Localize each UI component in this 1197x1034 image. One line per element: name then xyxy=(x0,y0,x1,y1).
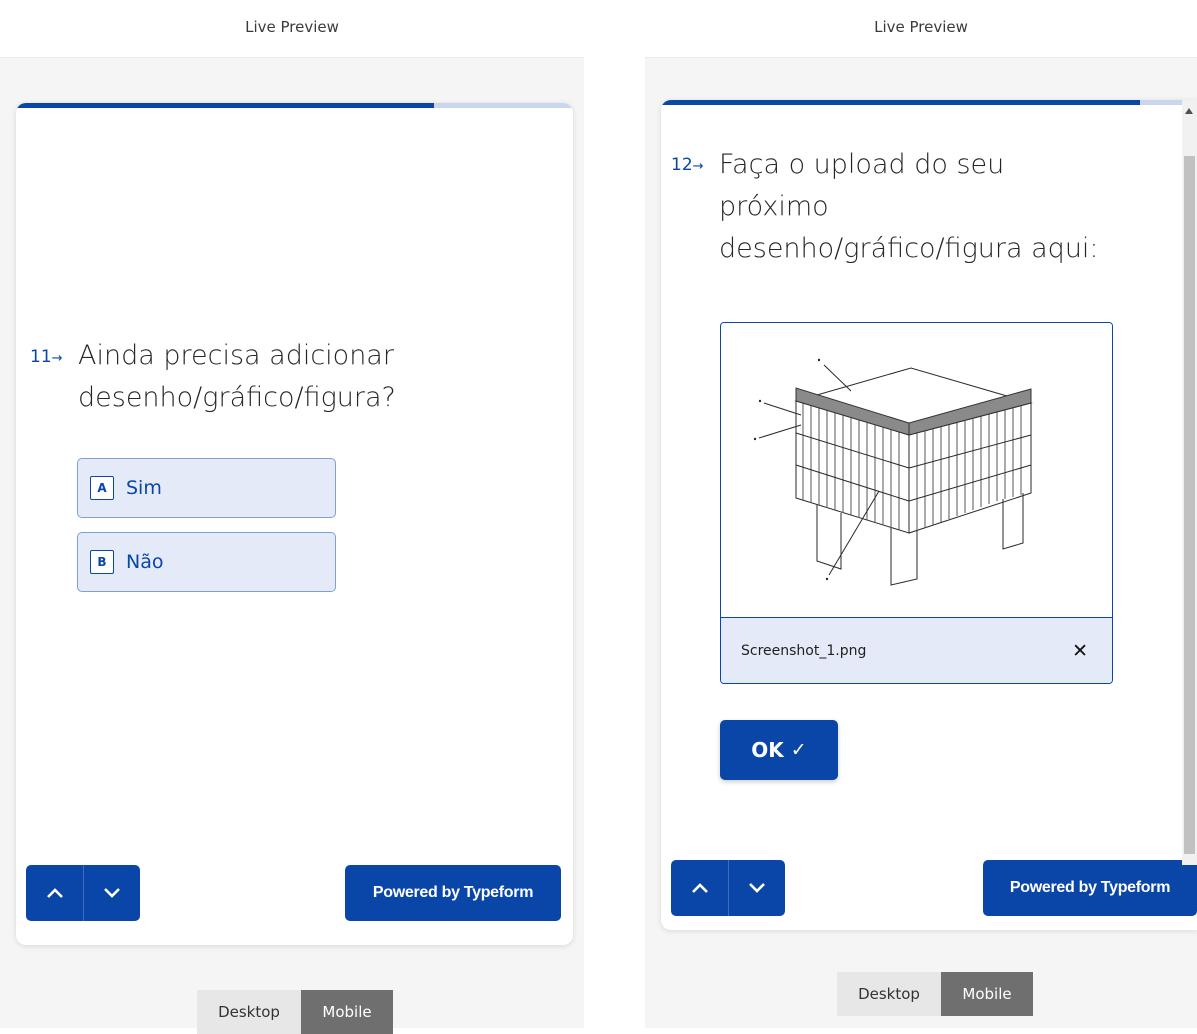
question-title: Faça o upload do seu próximo desenho/grá… xyxy=(719,144,1099,270)
choice-label: Não xyxy=(126,551,164,573)
left-live-preview: Live Preview 11→ Ainda precisa adicionar… xyxy=(0,0,584,1034)
previous-question-button[interactable] xyxy=(26,865,83,921)
chevron-up-icon xyxy=(691,883,708,893)
choice-sim[interactable]: A Sim xyxy=(77,458,336,518)
powered-by-typeform-button[interactable]: Powered by Typeform xyxy=(983,860,1197,916)
mobile-view-button[interactable]: Mobile xyxy=(941,972,1033,1016)
right-live-preview: Live Preview 12→ Faça o upload do seu pr… xyxy=(645,0,1197,1028)
progress-fill xyxy=(661,100,1141,105)
file-upload-area[interactable]: Screenshot_1.png ✕ xyxy=(720,322,1113,684)
progress-bar xyxy=(16,103,573,108)
building-drawing-image xyxy=(753,358,1033,586)
scrollbar[interactable] xyxy=(1182,100,1197,865)
scrollbar-thumb[interactable] xyxy=(1184,156,1195,854)
question-title: Ainda precisa adicionar desenho/gráfico/… xyxy=(78,335,396,419)
question-title-line: Ainda precisa adicionar xyxy=(78,340,394,371)
uploaded-image-preview xyxy=(721,323,1112,618)
question-title-line: desenho/gráfico/figura? xyxy=(78,382,396,413)
powered-by-typeform-button[interactable]: Powered by Typeform xyxy=(345,865,561,921)
close-icon[interactable]: ✕ xyxy=(1072,640,1088,662)
mobile-view-button[interactable]: Mobile xyxy=(301,990,393,1034)
form-card: 11→ Ainda precisa adicionar desenho/gráf… xyxy=(16,103,573,945)
next-question-button[interactable] xyxy=(83,865,140,921)
preview-stage: 12→ Faça o upload do seu próximo desenho… xyxy=(645,58,1197,1028)
question-title-line: desenho/gráfico/figura aqui: xyxy=(719,233,1099,264)
choice-key: A xyxy=(90,476,114,500)
question-title-line: próximo xyxy=(719,191,829,222)
desktop-view-button[interactable]: Desktop xyxy=(197,990,301,1034)
ok-button[interactable]: OK ✓ xyxy=(720,720,838,780)
question-title-line: Faça o upload do seu xyxy=(719,149,1005,180)
view-toggle: Desktop Mobile xyxy=(197,990,393,1034)
view-toggle: Desktop Mobile xyxy=(837,972,1033,1016)
choice-key: B xyxy=(90,550,114,574)
ok-button-label: OK xyxy=(751,738,784,762)
question-number: 11→ xyxy=(30,347,63,367)
desktop-view-button[interactable]: Desktop xyxy=(837,972,941,1016)
chevron-up-icon xyxy=(46,888,63,898)
check-icon: ✓ xyxy=(790,739,807,761)
question-navigation xyxy=(671,860,785,916)
scroll-up-arrow[interactable] xyxy=(1185,108,1193,114)
question-navigation xyxy=(26,865,140,921)
preview-header: Live Preview xyxy=(0,0,584,58)
next-question-button[interactable] xyxy=(728,860,785,916)
previous-question-button[interactable] xyxy=(671,860,728,916)
uploaded-file-bar: Screenshot_1.png ✕ xyxy=(721,617,1112,683)
preview-stage: 11→ Ainda precisa adicionar desenho/gráf… xyxy=(0,58,584,1034)
progress-fill xyxy=(16,103,434,108)
chevron-down-icon xyxy=(749,883,765,893)
form-card: 12→ Faça o upload do seu próximo desenho… xyxy=(661,100,1197,930)
question-number: 12→ xyxy=(671,155,704,175)
progress-bar xyxy=(661,100,1182,105)
file-name: Screenshot_1.png xyxy=(741,642,867,659)
chevron-down-icon xyxy=(104,888,120,898)
preview-header: Live Preview xyxy=(645,0,1197,58)
choice-label: Sim xyxy=(126,477,162,499)
choice-nao[interactable]: B Não xyxy=(77,532,336,592)
